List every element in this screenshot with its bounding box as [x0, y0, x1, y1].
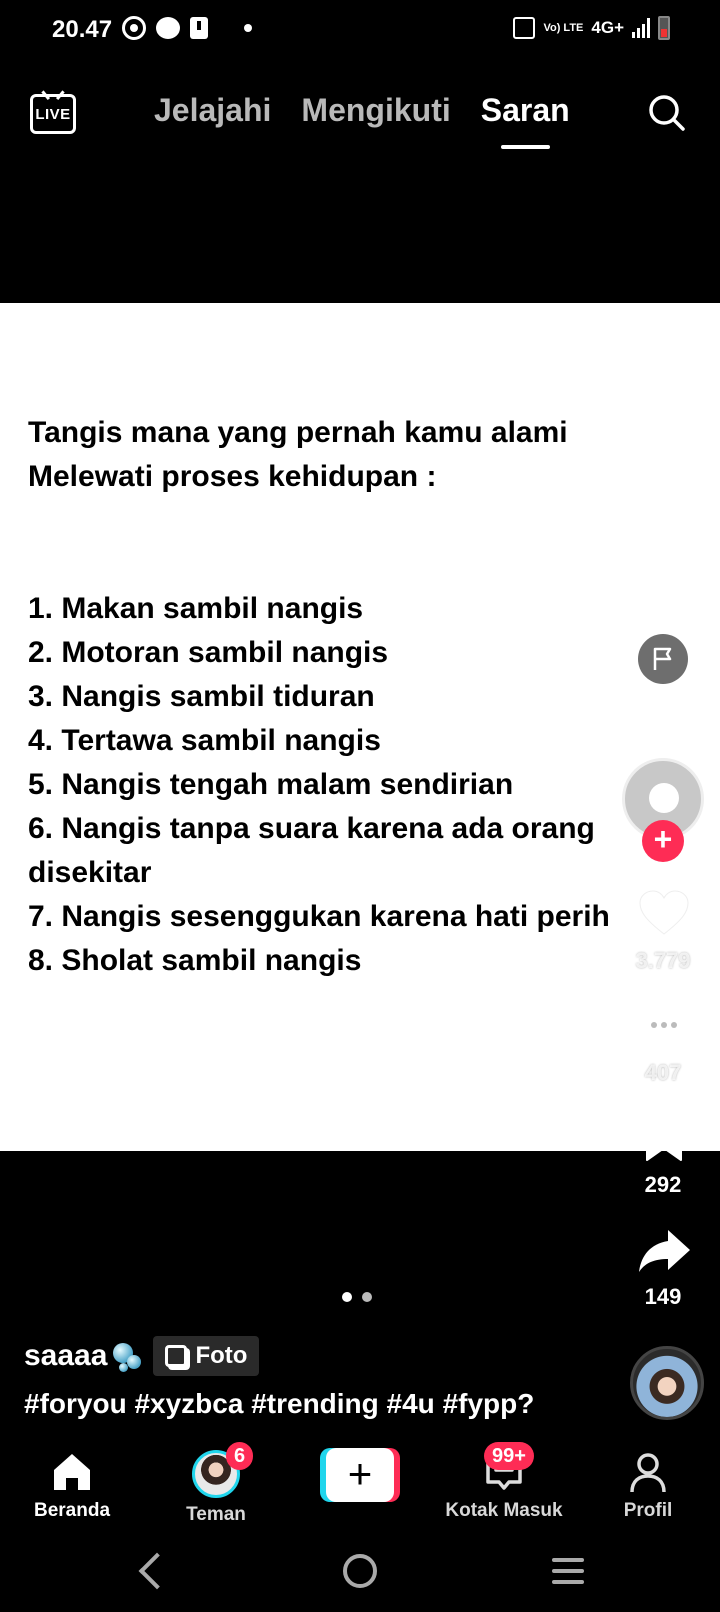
photo-mode-icon — [165, 1345, 188, 1367]
tab-saran[interactable]: Saran — [481, 92, 570, 149]
comment-icon[interactable] — [636, 1002, 692, 1052]
author-row: saaaa Foto — [24, 1336, 260, 1376]
nav-home[interactable]: Beranda — [0, 1438, 144, 1538]
nav-inbox-label: Kotak Masuk — [445, 1500, 563, 1521]
search-icon[interactable] — [648, 94, 686, 132]
saves-count: 292 — [644, 1172, 682, 1197]
photo-type-badge[interactable]: Foto — [153, 1336, 260, 1376]
nav-home-label: Beranda — [33, 1500, 111, 1521]
list-item: disekitar — [28, 856, 152, 889]
status-bar: 20.47 Vo) LTE 4G+ — [0, 0, 720, 62]
list-item: 8. Sholat sambil nangis — [28, 944, 362, 977]
status-time: 20.47 — [52, 16, 113, 43]
nav-friends-label: Teman — [186, 1504, 246, 1525]
tab-jelajahi[interactable]: Jelajahi — [154, 92, 271, 129]
flag-icon — [653, 647, 672, 670]
nav-profile-label: Profil — [623, 1500, 673, 1521]
tab-mengikuti[interactable]: Mengikuti — [301, 92, 450, 129]
nav-profile[interactable]: Profil — [576, 1438, 720, 1538]
post-photo[interactable]: Tangis mana yang pernah kamu alami Melew… — [0, 303, 720, 1151]
bottom-nav: Beranda 6 Teman + 99+ Kotak Masuk Profil — [0, 1438, 720, 1538]
list-item: 3. Nangis sambil tiduran — [28, 680, 375, 713]
friends-badge: 6 — [226, 1442, 254, 1470]
home-circle-icon[interactable] — [343, 1554, 377, 1588]
recents-icon[interactable] — [552, 1558, 584, 1584]
create-button[interactable]: + — [320, 1448, 400, 1502]
nav-create[interactable]: + — [288, 1438, 432, 1538]
list-item: 2. Motoran sambil nangis — [28, 636, 389, 669]
likes-count: 3.779 — [635, 948, 691, 973]
live-icon[interactable]: LIVE — [30, 94, 76, 134]
alert-icon — [190, 17, 208, 39]
carousel-indicator — [342, 1292, 372, 1302]
notification-icons — [122, 16, 252, 40]
network-label: 4G+ — [591, 18, 624, 37]
feed-tabs: Jelajahi Mengikuti Saran — [154, 92, 570, 149]
system-nav-bar — [0, 1540, 720, 1612]
comments-count: 407 — [644, 1060, 682, 1085]
post-heading-line2: Melewati proses kehidupan : — [28, 460, 437, 493]
author-name[interactable]: saaaa — [24, 1339, 107, 1373]
post-heading-line1: Tangis mana yang pernah kamu alami — [28, 416, 568, 449]
signal-icon — [632, 18, 650, 38]
home-icon — [54, 1454, 90, 1490]
chat-icon — [156, 17, 180, 39]
profile-icon — [630, 1453, 666, 1493]
battery-icon — [658, 16, 670, 40]
heart-icon[interactable] — [636, 888, 692, 938]
hashtags[interactable]: #foryou #xyzbca #trending #4u #fypp? — [24, 1388, 534, 1420]
report-button[interactable] — [638, 634, 688, 684]
list-item: 6. Nangis tanpa suara karena ada orang — [28, 812, 595, 845]
post-text: Tangis mana yang pernah kamu alami Melew… — [28, 411, 668, 983]
shares-count: 149 — [644, 1284, 682, 1309]
photo-type-label: Foto — [195, 1342, 248, 1369]
share-icon[interactable] — [636, 1226, 692, 1276]
nav-inbox[interactable]: 99+ Kotak Masuk — [432, 1438, 576, 1538]
vibrate-icon — [513, 17, 536, 39]
system-status-icons: Vo) LTE 4G+ — [513, 16, 670, 40]
top-nav: LIVE Jelajahi Mengikuti Saran — [0, 70, 720, 160]
bookmark-icon[interactable] — [643, 1110, 685, 1164]
whatsapp-icon — [122, 16, 146, 40]
bubbles-emoji-icon — [111, 1339, 142, 1373]
volte-label: Vo) LTE — [543, 21, 584, 34]
list-item: 7. Nangis sesenggukan karena hati perih — [28, 900, 610, 933]
inbox-badge: 99+ — [484, 1442, 534, 1470]
carousel-dot-active — [342, 1292, 352, 1302]
list-item: 1. Makan sambil nangis — [28, 592, 364, 625]
back-icon[interactable] — [138, 1552, 176, 1590]
plus-icon: + — [326, 1448, 394, 1502]
list-item: 4. Tertawa sambil nangis — [28, 724, 381, 757]
carousel-dot — [362, 1292, 372, 1302]
dot-icon — [244, 24, 252, 32]
list-item: 5. Nangis tengah malam sendirian — [28, 768, 514, 801]
nav-friends[interactable]: 6 Teman — [144, 1438, 288, 1538]
follow-button[interactable]: + — [642, 820, 684, 862]
music-disc-avatar[interactable] — [630, 1346, 704, 1420]
